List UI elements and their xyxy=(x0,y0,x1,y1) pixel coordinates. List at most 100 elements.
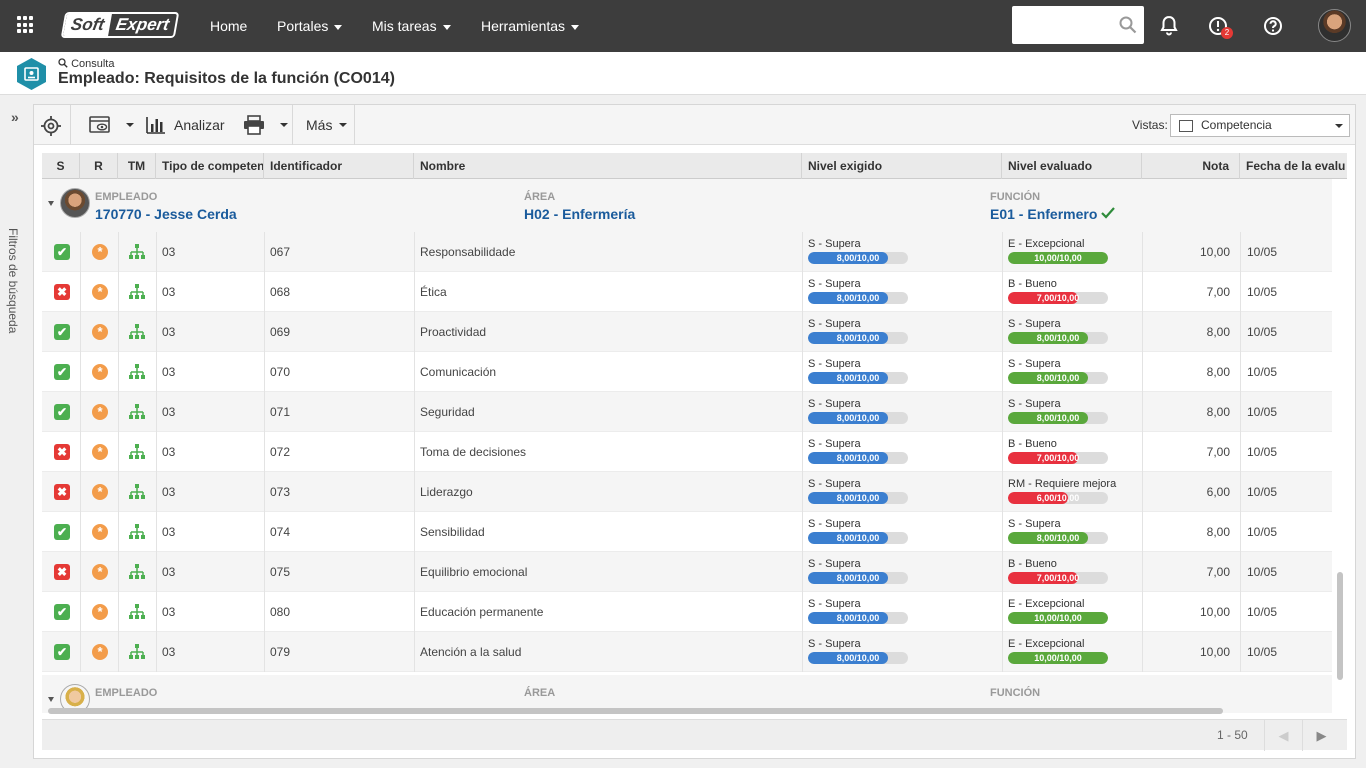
cell-divider xyxy=(1240,352,1241,392)
print-dropdown-button[interactable] xyxy=(280,105,288,145)
caret-down-icon xyxy=(442,24,451,30)
target-icon[interactable] xyxy=(41,116,61,136)
main-panel: Analizar Más Vistas: Competencia S R TM … xyxy=(33,104,1356,759)
table-row[interactable]: ✔ * 03 071 Seguridad S - Supera 8,00/10,00 S - … xyxy=(42,392,1332,432)
view-dropdown-button[interactable] xyxy=(126,105,134,145)
cell-divider xyxy=(414,312,415,352)
table-row[interactable]: ✔ * 03 079 Atención a la salud S - Supera 8,00… xyxy=(42,632,1332,672)
table-row[interactable]: ✔ * 03 080 Educación permanente S - Supera 8,0… xyxy=(42,592,1332,632)
cell-divider xyxy=(80,512,81,552)
cell-tipo: 03 xyxy=(162,565,176,579)
next-page-button[interactable]: ▶ xyxy=(1302,720,1340,751)
group-funcion-value[interactable]: E01 - Enfermero xyxy=(990,206,1116,222)
hierarchy-icon xyxy=(129,364,145,383)
vertical-scrollbar[interactable] xyxy=(1337,177,1343,717)
collapse-arrow-icon[interactable] xyxy=(48,697,54,702)
search-icon[interactable] xyxy=(1119,16,1137,34)
nivel-evaluado-value: 10,00/10,00 xyxy=(1034,613,1082,623)
nav-mis-tareas[interactable]: Mis tareas xyxy=(372,0,451,52)
bell-icon[interactable] xyxy=(1157,14,1181,38)
nivel-exigido-bar: 8,00/10,00 xyxy=(808,652,908,664)
cell-divider xyxy=(414,632,415,672)
nivel-evaluado-value: 7,00/10,00 xyxy=(1036,293,1080,303)
cell-divider xyxy=(118,512,119,552)
collapse-arrow-icon[interactable] xyxy=(48,201,54,206)
col-fecha[interactable]: Fecha de la evalu xyxy=(1240,153,1347,179)
user-avatar[interactable] xyxy=(1318,9,1351,42)
nav-portales[interactable]: Portales xyxy=(277,0,343,52)
vistas-select[interactable]: Competencia xyxy=(1170,114,1350,137)
nivel-exigido-bar: 8,00/10,00 xyxy=(808,612,908,624)
col-nivel-evaluado[interactable]: Nivel evaluado xyxy=(1002,153,1142,179)
nav-home[interactable]: Home xyxy=(210,0,247,52)
analizar-button[interactable]: Analizar xyxy=(146,105,225,145)
double-chevron-right-icon[interactable]: » xyxy=(11,109,19,125)
table-row[interactable]: ✖ * 03 068 Ética S - Supera 8,00/10,00 B - Buen… xyxy=(42,272,1332,312)
cross-status-icon: ✖ xyxy=(54,484,70,500)
col-nombre[interactable]: Nombre xyxy=(414,153,802,179)
cell-divider xyxy=(1002,632,1003,672)
prev-page-button[interactable]: ◀ xyxy=(1264,720,1302,751)
col-nota[interactable]: Nota xyxy=(1142,153,1240,179)
cell-identificador: 074 xyxy=(270,525,291,539)
analizar-label: Analizar xyxy=(174,117,225,133)
cell-nota: 7,00 xyxy=(1206,565,1230,579)
col-s[interactable]: S xyxy=(42,153,80,179)
cell-divider xyxy=(1002,392,1003,432)
hierarchy-icon xyxy=(129,604,145,623)
table-row[interactable]: ✖ * 03 075 Equilibrio emocional S - Supera 8,0… xyxy=(42,552,1332,592)
nivel-exigido-value: 8,00/10,00 xyxy=(836,333,880,343)
cell-nota: 7,00 xyxy=(1206,445,1230,459)
filter-sidebar[interactable]: » Filtros de búsqueda xyxy=(0,95,33,768)
col-tm[interactable]: TM xyxy=(118,153,156,179)
nivel-evaluado-label: B - Bueno xyxy=(1008,438,1057,450)
vertical-scroll-thumb[interactable] xyxy=(1337,572,1343,680)
cell-nombre: Liderazgo xyxy=(420,485,473,499)
toolbar-divider xyxy=(354,105,355,145)
cell-divider xyxy=(802,352,803,392)
cell-divider xyxy=(118,552,119,592)
checkmark-icon xyxy=(1101,207,1116,219)
cell-nota: 8,00 xyxy=(1206,325,1230,339)
cell-nombre: Proactividad xyxy=(420,325,487,339)
cell-divider xyxy=(414,592,415,632)
check-status-icon: ✔ xyxy=(54,644,70,660)
view-button[interactable] xyxy=(89,105,111,145)
nivel-evaluado-bar: 8,00/10,00 xyxy=(1008,372,1108,384)
col-nivel-exigido[interactable]: Nivel exigido xyxy=(802,153,1002,179)
table-row[interactable]: ✔ * 03 070 Comunicación S - Supera 8,00/10,00 S… xyxy=(42,352,1332,392)
requirement-icon: * xyxy=(92,524,108,540)
cell-divider xyxy=(1002,312,1003,352)
group-empleado-value[interactable]: 170770 - Jesse Cerda xyxy=(95,206,237,222)
group-header[interactable]: EMPLEADO 170770 - Jesse Cerda ÁREA H02 -… xyxy=(42,179,1332,232)
mas-button[interactable]: Más xyxy=(306,105,348,145)
cell-divider xyxy=(1240,472,1241,512)
group-area-value[interactable]: H02 - Enfermería xyxy=(524,206,635,222)
nivel-evaluado-label: E - Excepcional xyxy=(1008,638,1085,650)
table-row[interactable]: ✖ * 03 073 Liderazgo S - Supera 8,00/10,00 RM -… xyxy=(42,472,1332,512)
cell-divider xyxy=(414,272,415,312)
col-r[interactable]: R xyxy=(80,153,118,179)
table-row[interactable]: ✔ * 03 067 Responsabilidade S - Supera 8,00/10… xyxy=(42,232,1332,272)
nivel-evaluado-label: E - Excepcional xyxy=(1008,598,1085,610)
table-row[interactable]: ✖ * 03 072 Toma de decisiones S - Supera 8,00/… xyxy=(42,432,1332,472)
print-button[interactable] xyxy=(243,105,265,145)
search-input[interactable] xyxy=(1012,6,1144,44)
col-tipo[interactable]: Tipo de competen xyxy=(156,153,264,179)
table-row[interactable]: ✔ * 03 074 Sensibilidad S - Supera 8,00/10,00 S… xyxy=(42,512,1332,552)
requirement-icon: * xyxy=(92,564,108,580)
cell-divider xyxy=(414,552,415,592)
caret-down-icon xyxy=(339,123,348,127)
softexpert-logo[interactable]: Soft Expert xyxy=(60,12,180,38)
vistas-label: Vistas: xyxy=(1132,118,1168,132)
horizontal-scrollbar[interactable] xyxy=(48,708,1223,714)
app-grid-icon[interactable] xyxy=(17,16,35,34)
cell-divider xyxy=(80,312,81,352)
hierarchy-icon xyxy=(129,564,145,583)
help-icon[interactable] xyxy=(1261,14,1285,38)
col-identificador[interactable]: Identificador xyxy=(264,153,414,179)
nav-herramientas[interactable]: Herramientas xyxy=(481,0,580,52)
table-row[interactable]: ✔ * 03 069 Proactividad S - Supera 8,00/10,00 S… xyxy=(42,312,1332,352)
nivel-exigido-label: S - Supera xyxy=(808,438,861,450)
employee-badge-icon xyxy=(17,58,46,90)
